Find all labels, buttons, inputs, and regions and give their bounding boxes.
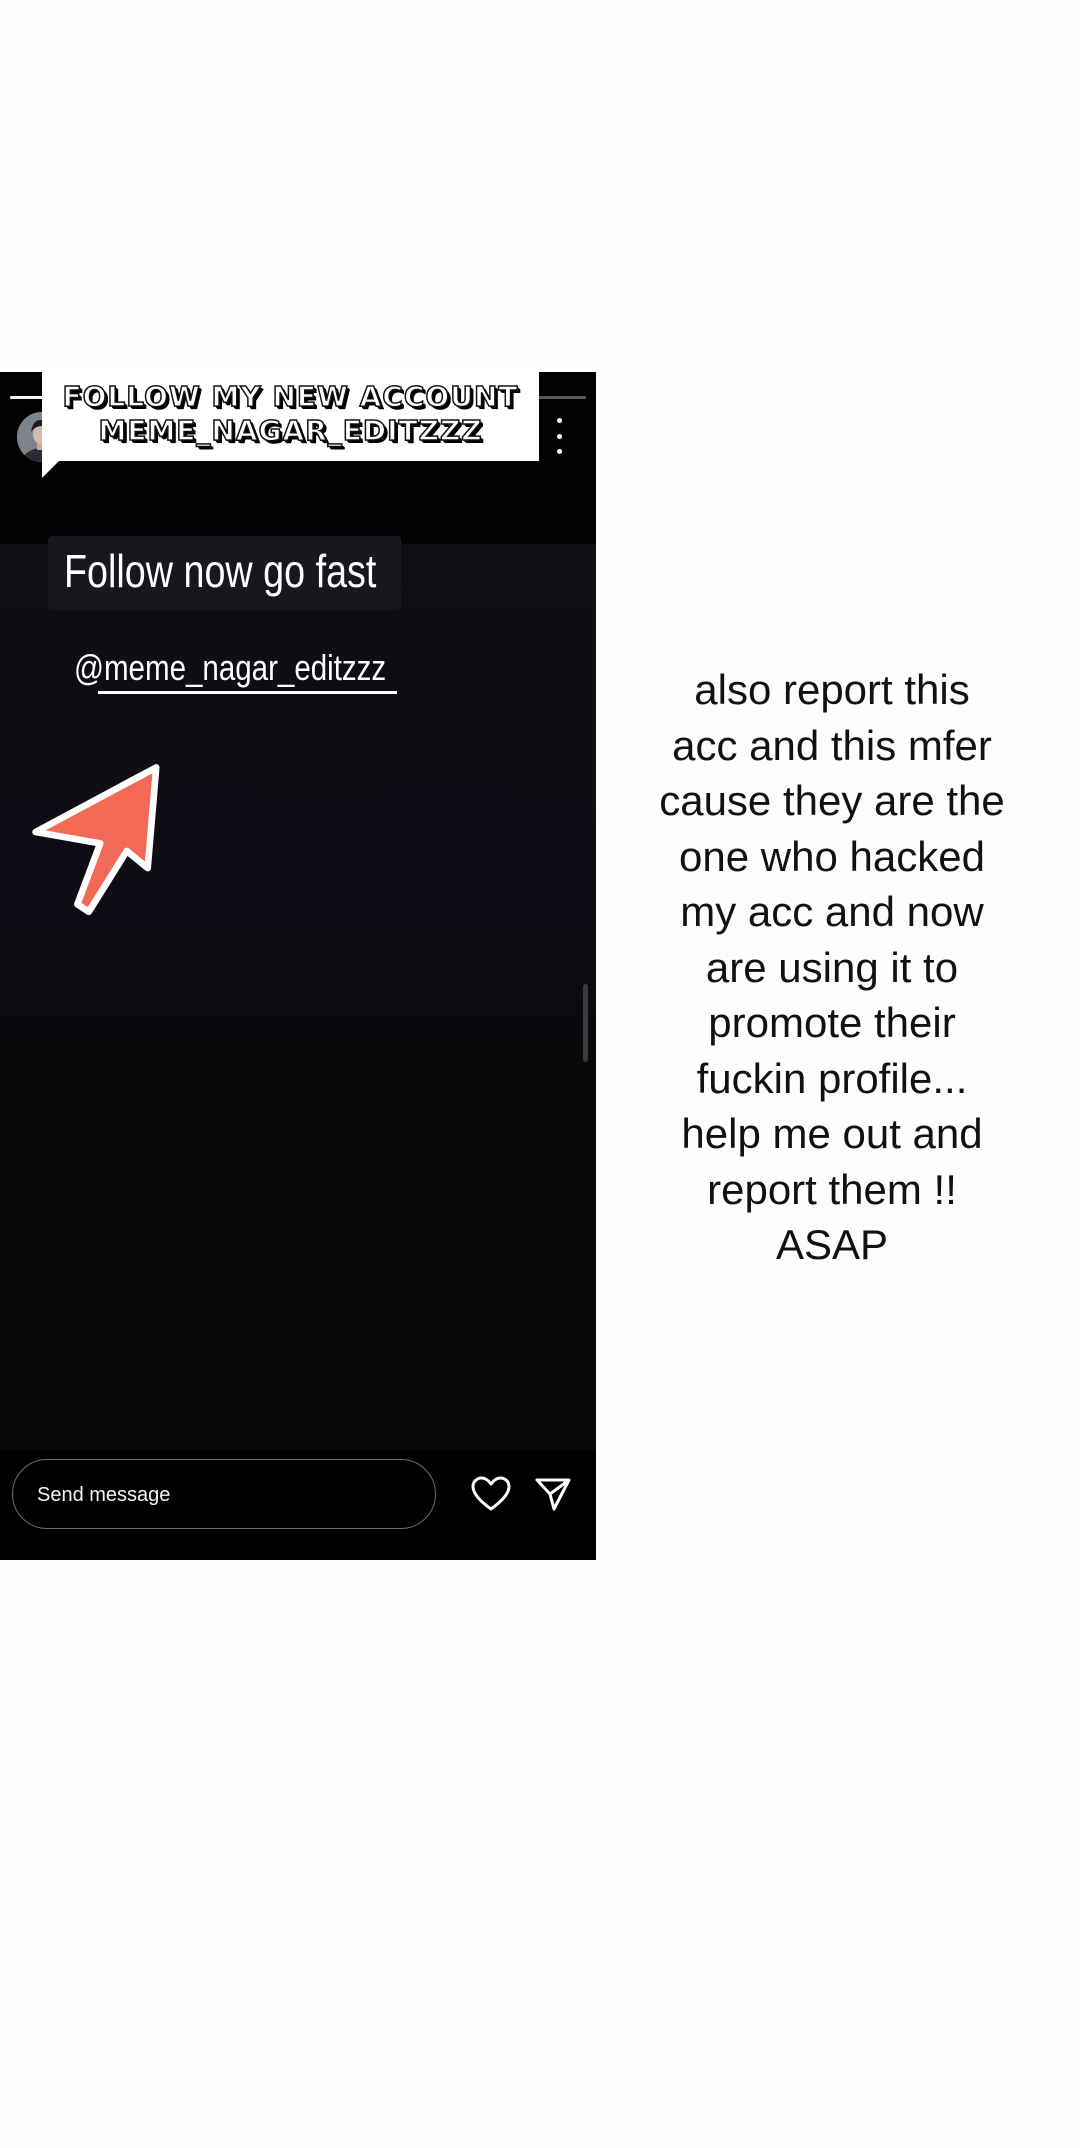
caption-line: fuckin profile...: [696, 1054, 968, 1102]
sticker-line-1: FOLLOW MY NEW ACCOUNT: [62, 379, 519, 414]
caption-text: also report this acc and this mfer cause t…: [596, 662, 1068, 1273]
text-sticker: FOLLOW MY NEW ACCOUNT MEME_NAGAR_EDITZZZ: [42, 366, 539, 461]
sticker-line-2: MEME_NAGAR_EDITZZZ: [98, 413, 483, 448]
caption-line: cause they are the: [659, 777, 1005, 824]
caption-line: ASAP: [775, 1221, 889, 1268]
scroll-indicator: [583, 984, 588, 1062]
more-vertical-icon[interactable]: [548, 418, 570, 454]
caption-line: my acc and now: [680, 888, 984, 935]
caption-line: help me out and: [681, 1110, 983, 1157]
send-message-placeholder[interactable]: Send message: [37, 1484, 170, 1507]
caption-line: acc and this mfer: [672, 721, 992, 769]
caption-line: are using it to: [705, 943, 959, 991]
send-icon[interactable]: [534, 1476, 572, 1512]
caption-line: also report this: [694, 666, 970, 713]
follow-text: Follow now go fast: [64, 545, 377, 597]
caption-line: one who hacked: [679, 832, 985, 880]
arrow-sticker: [32, 764, 160, 916]
sticker-tail: [42, 460, 60, 478]
mention-sticker[interactable]: @meme_nagar_editzzz: [74, 647, 386, 689]
mention-underline: [98, 691, 397, 694]
caption-line: promote their: [708, 999, 956, 1046]
heart-icon[interactable]: [471, 1476, 511, 1512]
caption-line: report them !!: [707, 1165, 957, 1213]
